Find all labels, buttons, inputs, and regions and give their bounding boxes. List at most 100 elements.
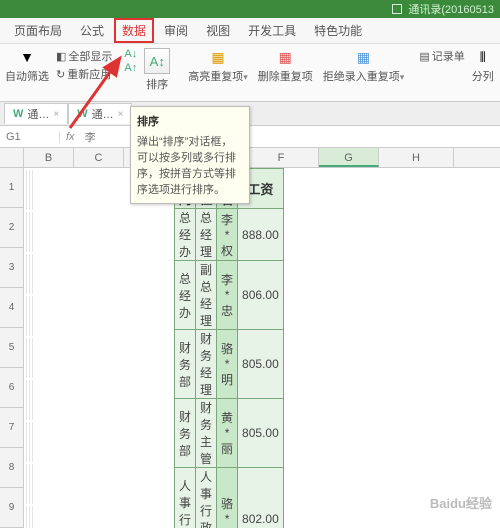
delete-dup-label: 删除重复项 <box>258 68 313 84</box>
row-header[interactable]: 9 <box>0 488 24 528</box>
sort-asc-icon: A↓ <box>124 48 137 60</box>
refresh-icon: ↻ <box>56 68 65 81</box>
funnel-icon: ▼ <box>18 48 36 66</box>
table-cell[interactable]: 骆*艺 <box>217 468 238 528</box>
highlight-dup-button[interactable]: ▦ 高亮重复项▾ <box>185 48 251 84</box>
col-header-g[interactable]: G <box>319 148 379 167</box>
empty-cells[interactable] <box>24 168 35 528</box>
table-cell[interactable]: 李*权 <box>217 209 238 261</box>
tab-review[interactable]: 审阅 <box>156 18 196 43</box>
tab-devtools[interactable]: 开发工具 <box>240 18 304 43</box>
table-cell[interactable]: 财务部 <box>175 399 196 468</box>
reject-dup-icon: ▦ <box>355 48 373 66</box>
table-cell[interactable]: 财务经理 <box>196 330 217 399</box>
row-header[interactable]: 4 <box>0 288 24 328</box>
record-form-label: 记录单 <box>432 48 465 64</box>
row-header[interactable]: 8 <box>0 448 24 488</box>
split-button[interactable]: ⦀ 分列 <box>469 48 497 84</box>
split-label: 分列 <box>472 68 494 84</box>
sort-asc-button[interactable]: A↓ <box>124 48 137 60</box>
formula-bar: G1 fx 李 <box>0 126 500 148</box>
table-cell[interactable]: 总经办 <box>175 261 196 330</box>
tab-formula[interactable]: 公式 <box>72 18 112 43</box>
table-cell[interactable]: 人事行政经理 <box>196 468 217 528</box>
table-cell[interactable]: 骆*明 <box>217 330 238 399</box>
table-cell[interactable]: 888.00 <box>238 209 284 261</box>
show-all-icon: ◧ <box>56 50 66 63</box>
window-icon <box>392 4 402 14</box>
delete-dup-button[interactable]: ▦ 删除重复项 <box>255 48 316 84</box>
row-header[interactable]: 7 <box>0 408 24 448</box>
reapply-label: 重新应用 <box>67 66 111 82</box>
fx-icon[interactable]: fx <box>60 131 81 143</box>
row-header[interactable]: 1 <box>0 168 24 208</box>
wps-icon: W <box>13 108 23 120</box>
row-header[interactable]: 2 <box>0 208 24 248</box>
ribbon: ▼ 自动筛选 ◧全部显示 ↻重新应用 A↓ A↑ A↕ 排序 ▦ 高亮重复项▾ … <box>0 44 500 102</box>
menu-bar: 页面布局 公式 数据 审阅 视图 开发工具 特色功能 <box>0 18 500 44</box>
select-all-corner[interactable] <box>0 148 24 167</box>
column-headers: B C D E F G H <box>0 148 500 168</box>
table-cell[interactable]: 805.00 <box>238 330 284 399</box>
row-headers: 1 2 3 4 5 6 7 8 9 <box>0 168 24 528</box>
table-cell[interactable]: 805.00 <box>238 399 284 468</box>
show-all-label: 全部显示 <box>68 48 112 64</box>
record-form-button[interactable]: ▤ 记录单 <box>419 48 464 64</box>
col-header-f[interactable]: F <box>244 148 319 167</box>
reapply-button[interactable]: ↻重新应用 <box>56 66 112 82</box>
table-cell[interactable]: 人事行政部 <box>175 468 196 528</box>
sort-button[interactable]: A↕ 排序 <box>141 48 173 92</box>
highlight-icon: ▦ <box>209 48 227 66</box>
document-tabs: W通…× W通…× + <box>0 102 500 126</box>
close-icon[interactable]: × <box>118 109 124 120</box>
sort-tooltip: 排序 弹出“排序”对话框，可以按多列或多行排序，按拼音方式等排序选项进行排序。 <box>130 106 250 204</box>
doc-tab-2-label: 通… <box>92 106 114 122</box>
document-filename: 通讯录(20160513 <box>408 1 494 17</box>
wps-icon: W <box>77 108 87 120</box>
watermark: Baidu经验 <box>430 493 492 512</box>
table-cell[interactable]: 总经办 <box>175 209 196 261</box>
table-cell[interactable]: 副总经理 <box>196 261 217 330</box>
sort-icon: A↕ <box>144 48 170 74</box>
row-header[interactable]: 5 <box>0 328 24 368</box>
tab-view[interactable]: 视图 <box>198 18 238 43</box>
highlight-dup-label: 高亮重复项 <box>188 71 243 83</box>
table-cell[interactable]: 总经理 <box>196 209 217 261</box>
doc-tab-1-label: 通… <box>27 106 49 122</box>
sort-label: 排序 <box>146 76 168 92</box>
formula-input[interactable]: 李 <box>81 129 96 145</box>
tab-data[interactable]: 数据 <box>114 18 154 43</box>
doc-tab-1[interactable]: W 通… × <box>4 103 68 124</box>
col-header-h[interactable]: H <box>379 148 454 167</box>
table-cell[interactable]: 黄*丽 <box>217 399 238 468</box>
doc-tab-2[interactable]: W 通… × <box>68 103 132 124</box>
sort-desc-icon: A↑ <box>124 62 137 74</box>
tooltip-title: 排序 <box>137 113 243 129</box>
delete-dup-icon: ▦ <box>276 48 294 66</box>
table-cell[interactable]: 财务部 <box>175 330 196 399</box>
name-box[interactable]: G1 <box>0 131 60 143</box>
table-cell[interactable]: 806.00 <box>238 261 284 330</box>
sort-desc-button[interactable]: A↑ <box>124 62 137 74</box>
tab-features[interactable]: 特色功能 <box>306 18 370 43</box>
close-icon[interactable]: × <box>53 109 59 120</box>
title-bar: 通讯录(20160513 <box>0 0 500 18</box>
auto-filter-label: 自动筛选 <box>5 68 49 84</box>
col-header-b[interactable]: B <box>24 148 74 167</box>
row-header[interactable]: 6 <box>0 368 24 408</box>
tooltip-body: 弹出“排序”对话框，可以按多列或多行排序，按拼音方式等排序选项进行排序。 <box>137 136 236 196</box>
auto-filter-button[interactable]: ▼ 自动筛选 <box>2 48 52 84</box>
table-cell[interactable]: 李*忠 <box>217 261 238 330</box>
split-icon: ⦀ <box>474 48 492 66</box>
row-header[interactable]: 3 <box>0 248 24 288</box>
reject-dup-button[interactable]: ▦ 拒绝录入重复项▾ <box>320 48 408 84</box>
tab-pagelayout[interactable]: 页面布局 <box>6 18 70 43</box>
reject-dup-label: 拒绝录入重复项 <box>323 71 400 83</box>
data-table[interactable]: 部门 职位 姓名 工资 总经办总经理李*权888.00总经办副总经理李*忠806… <box>174 168 284 528</box>
show-all-button[interactable]: ◧全部显示 <box>56 48 112 64</box>
form-icon: ▤ <box>419 50 429 63</box>
spreadsheet: B C D E F G H 1 2 3 4 5 6 7 8 9 部门 职位 姓名 <box>0 148 500 528</box>
table-cell[interactable]: 802.00 <box>238 468 284 528</box>
col-header-c[interactable]: C <box>74 148 124 167</box>
table-cell[interactable]: 财务主管 <box>196 399 217 468</box>
